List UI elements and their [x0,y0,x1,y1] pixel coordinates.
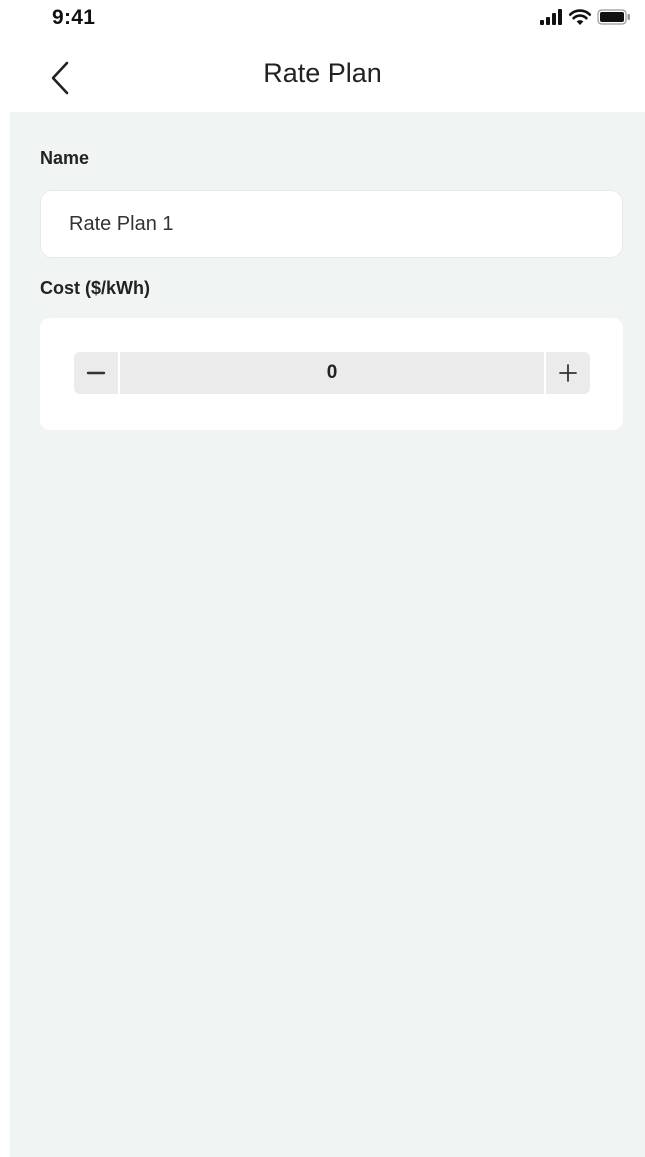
status-bar: 9:41 [0,0,645,48]
form-content: Name Cost ($/kWh) 0 [10,112,645,1157]
cost-card: 0 [40,318,623,430]
status-icons [539,8,631,26]
signal-icon [540,9,562,25]
cost-value[interactable]: 0 [120,352,544,394]
status-time: 9:41 [52,6,96,29]
battery-icon [597,9,630,25]
name-label: Name [40,148,90,168]
minus-icon [86,371,106,375]
wifi-icon [568,9,592,25]
increment-button[interactable] [546,352,590,394]
name-input[interactable] [40,190,623,258]
cost-stepper: 0 [74,352,590,394]
page-title: Rate Plan [263,58,382,88]
nav-bar: Rate Plan [0,48,645,112]
decrement-button[interactable] [74,352,118,394]
plus-icon [559,364,577,382]
cost-label: Cost ($/kWh) [40,278,150,298]
